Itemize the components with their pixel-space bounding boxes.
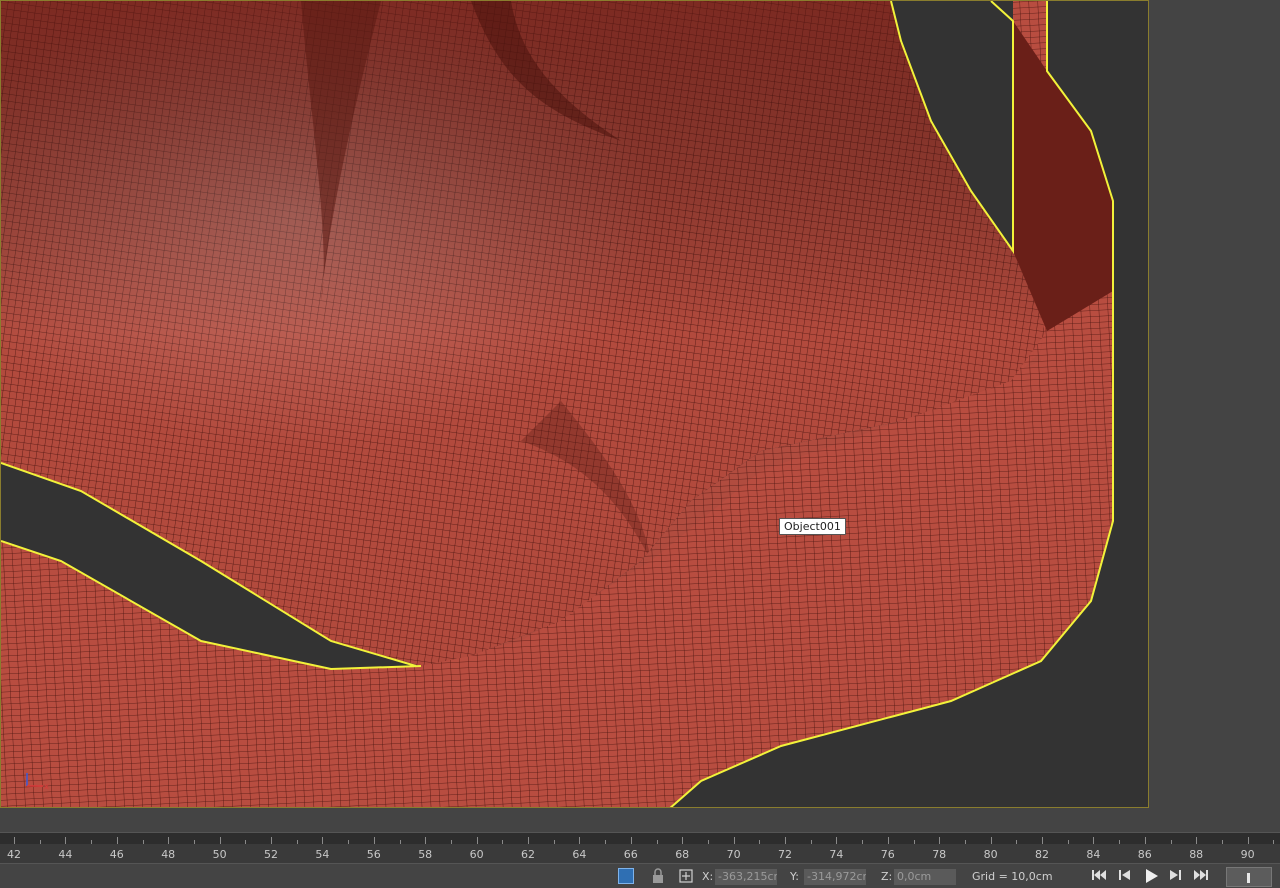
timeline-tick-label: 88 <box>1189 848 1204 861</box>
time-ruler[interactable]: 42 44 46 48 50 52 54 56 58 60 62 64 66 68 70 72 74 76 78 80… <box>0 844 1280 863</box>
grid-size-readout: Grid = 10,0cm <box>972 870 1053 883</box>
z-label: Z: <box>881 870 893 883</box>
z-coordinate-field[interactable]: 0,0cm <box>894 869 956 885</box>
mesh-render[interactable]: x <box>1 1 1149 808</box>
go-to-start-button[interactable] <box>1088 868 1110 884</box>
timeline-tick-label: 84 <box>1086 848 1101 861</box>
timeline-tick-label: 46 <box>109 848 124 861</box>
timeline-tick-label: 68 <box>675 848 690 861</box>
go-to-start-icon <box>1092 870 1106 880</box>
x-coordinate-field[interactable]: -363,215cm <box>715 869 777 885</box>
next-frame-icon <box>1170 870 1181 880</box>
timeline-tick-label: 82 <box>1035 848 1049 861</box>
go-to-end-button[interactable] <box>1190 868 1212 884</box>
play-icon <box>1146 869 1158 883</box>
go-to-end-icon <box>1194 870 1208 880</box>
next-frame-button[interactable] <box>1164 868 1186 884</box>
x-label: X: <box>702 870 714 883</box>
timeline-tick-label: 54 <box>315 848 330 861</box>
object-name-tooltip: Object001 <box>779 518 846 535</box>
selection-lock-icon[interactable] <box>618 868 634 884</box>
absolute-mode-icon[interactable] <box>678 868 694 884</box>
timeline-tick-label: 60 <box>469 848 484 861</box>
play-button[interactable] <box>1140 868 1162 884</box>
command-panel <box>1150 0 1280 808</box>
y-label: Y: <box>790 870 799 883</box>
timeline-tick-label: 42 <box>7 848 21 861</box>
timeline-tick-label: 78 <box>932 848 947 861</box>
timeline-tick-label: 66 <box>623 848 638 861</box>
previous-frame-icon <box>1119 870 1130 880</box>
status-bar: X: -363,215cm Y: -314,972cm Z: 0,0cm Gri… <box>0 863 1280 888</box>
timeline-tick-label: 48 <box>161 848 176 861</box>
timeline-tick-label: 50 <box>212 848 227 861</box>
timeline-tick-label: 90 <box>1240 848 1255 861</box>
timeline-tick-label: 58 <box>418 848 433 861</box>
timeline-tick-label: 74 <box>829 848 844 861</box>
timeline-tick-label: 62 <box>521 848 535 861</box>
svg-text:x: x <box>44 782 49 791</box>
timeline-tick-label: 52 <box>264 848 278 861</box>
timeline-tick-label: 76 <box>880 848 895 861</box>
frame-cursor-icon <box>1247 873 1250 883</box>
timeline-tick-label: 56 <box>366 848 381 861</box>
timeline[interactable]: 42 44 46 48 50 52 54 56 58 60 62 64 66 68 70 72 74 76 78 80… <box>0 808 1280 863</box>
timeline-tick-label: 72 <box>778 848 792 861</box>
current-frame-field[interactable] <box>1226 867 1272 887</box>
perspective-viewport[interactable]: x Object001 <box>0 0 1149 808</box>
y-coordinate-field[interactable]: -314,972cm <box>804 869 866 885</box>
timeline-tick-label: 70 <box>726 848 741 861</box>
previous-frame-button[interactable] <box>1114 868 1136 884</box>
timeline-tick-label: 80 <box>983 848 998 861</box>
lock-icon[interactable] <box>650 868 666 884</box>
timeline-tick-label: 64 <box>572 848 587 861</box>
timeline-tick-label: 44 <box>58 848 73 861</box>
timeline-tick-label: 86 <box>1137 848 1152 861</box>
